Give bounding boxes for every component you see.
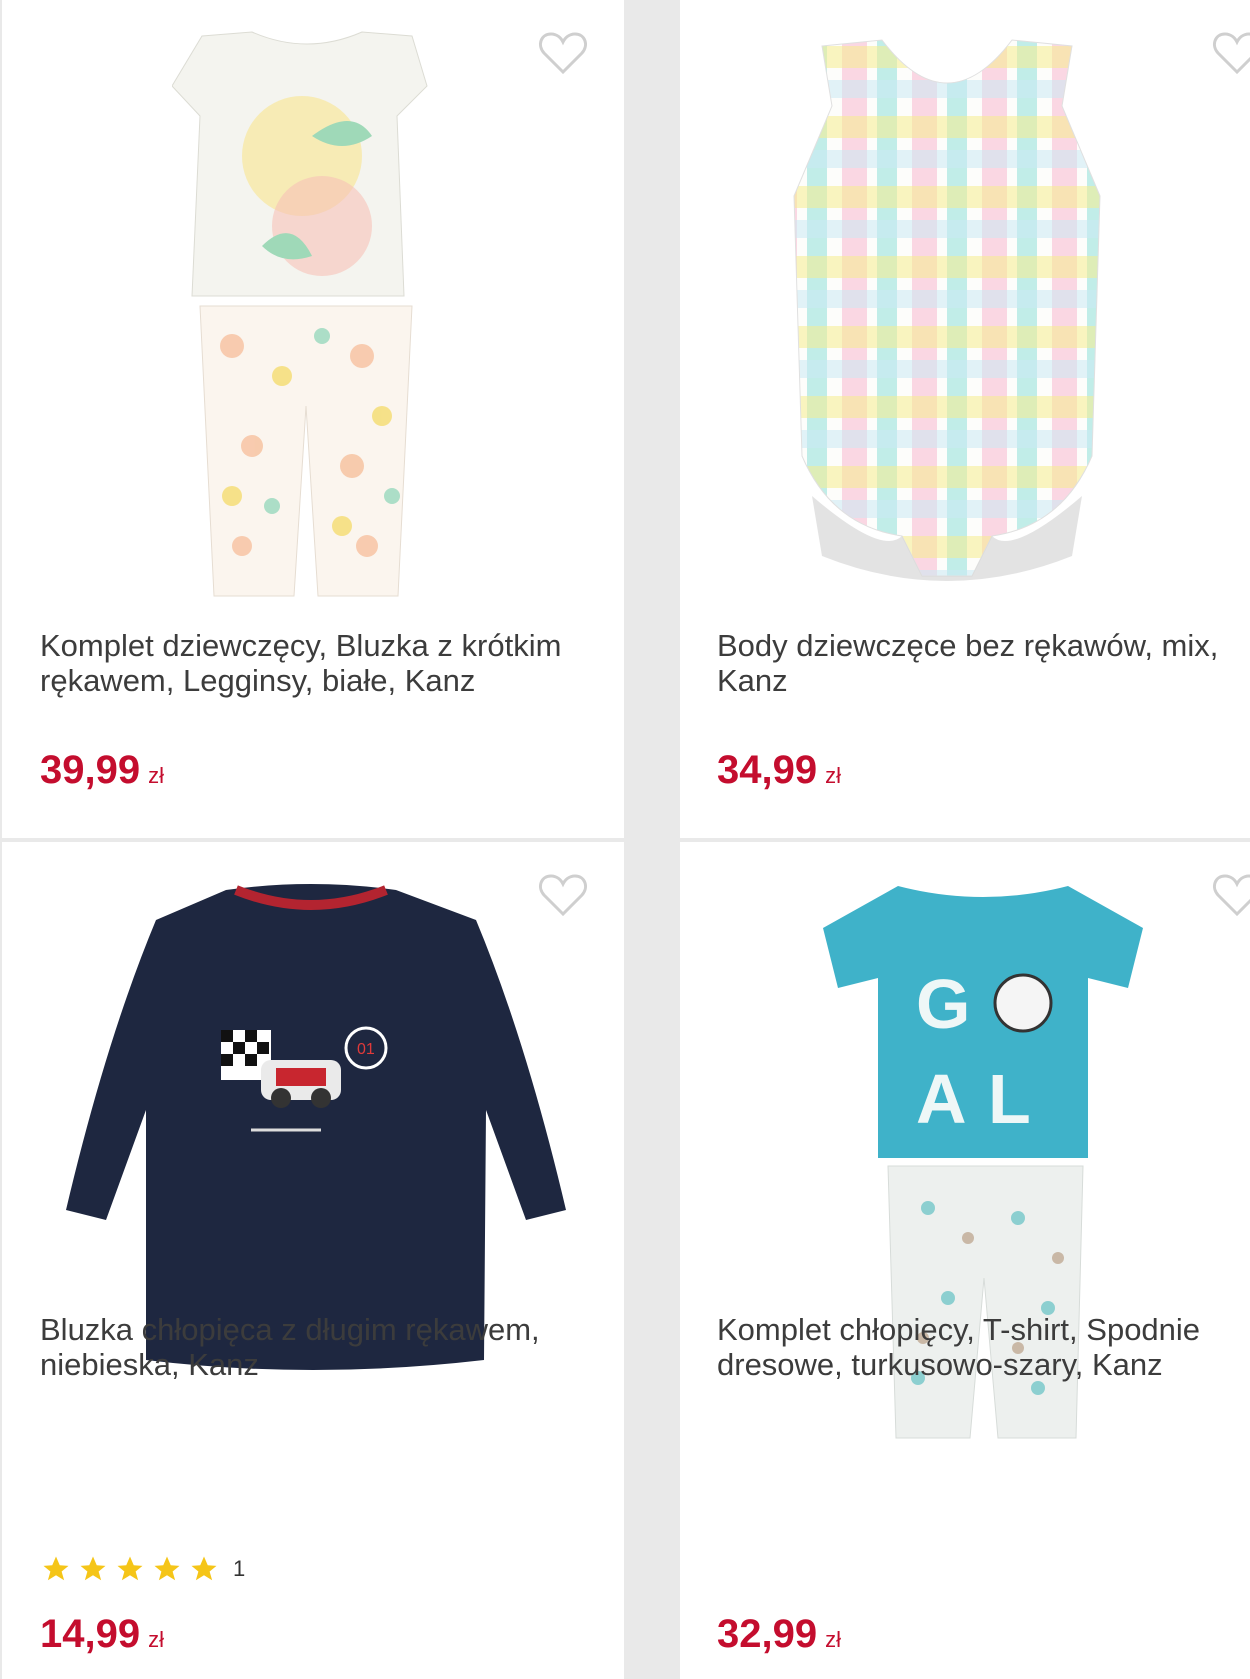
svg-text:01: 01: [357, 1041, 375, 1058]
price-currency: zł: [148, 763, 164, 788]
heart-icon[interactable]: [1212, 872, 1250, 918]
product-card[interactable]: Body dziewczęce bez rękawów, mix, Kanz 3…: [680, 0, 1250, 838]
heart-icon[interactable]: [538, 30, 588, 76]
product-grid: Komplet dziewczęcy, Bluzka z krótkim ręk…: [0, 0, 1250, 1679]
price-value: 34,99: [717, 748, 818, 792]
product-price: 32,99 zł: [717, 1612, 841, 1657]
product-image[interactable]: [172, 26, 442, 606]
rating-count: 1: [233, 1556, 246, 1581]
product-title[interactable]: Bluzka chłopięca z długim rękawem, niebi…: [40, 1312, 600, 1382]
star-icon: [43, 1556, 69, 1581]
price-value: 14,99: [40, 1612, 141, 1656]
rating-stars: 1: [40, 1554, 245, 1584]
svg-text:G: G: [916, 965, 970, 1043]
product-title[interactable]: Body dziewczęce bez rękawów, mix, Kanz: [717, 628, 1250, 698]
star-icon: [154, 1556, 180, 1581]
svg-text:A: A: [916, 1060, 967, 1138]
svg-text:L: L: [988, 1060, 1031, 1138]
product-title[interactable]: Komplet chłopięcy, T-shirt, Spodnie dres…: [717, 1312, 1250, 1382]
product-price: 39,99 zł: [40, 748, 164, 793]
product-price: 34,99 zł: [717, 748, 841, 793]
price-value: 39,99: [40, 748, 141, 792]
price-currency: zł: [148, 1627, 164, 1652]
product-card[interactable]: G A L Komplet chłopięcy, T-shirt, Spodni…: [680, 842, 1250, 1679]
price-value: 32,99: [717, 1612, 818, 1656]
heart-icon[interactable]: [1212, 30, 1250, 76]
product-title[interactable]: Komplet dziewczęcy, Bluzka z krótkim ręk…: [40, 628, 600, 698]
product-image[interactable]: 01: [56, 880, 576, 1380]
star-icon: [191, 1556, 217, 1581]
star-icon: [117, 1556, 143, 1581]
price-currency: zł: [825, 1627, 841, 1652]
product-price: 14,99 zł: [40, 1612, 164, 1657]
product-card[interactable]: Komplet dziewczęcy, Bluzka z krótkim ręk…: [2, 0, 624, 838]
product-image[interactable]: [772, 36, 1122, 596]
price-currency: zł: [825, 763, 841, 788]
product-image[interactable]: G A L: [818, 878, 1148, 1478]
star-icon: [80, 1556, 106, 1581]
product-card[interactable]: 01 Bluzka chłopięca z długim rękawem, ni…: [2, 842, 624, 1679]
